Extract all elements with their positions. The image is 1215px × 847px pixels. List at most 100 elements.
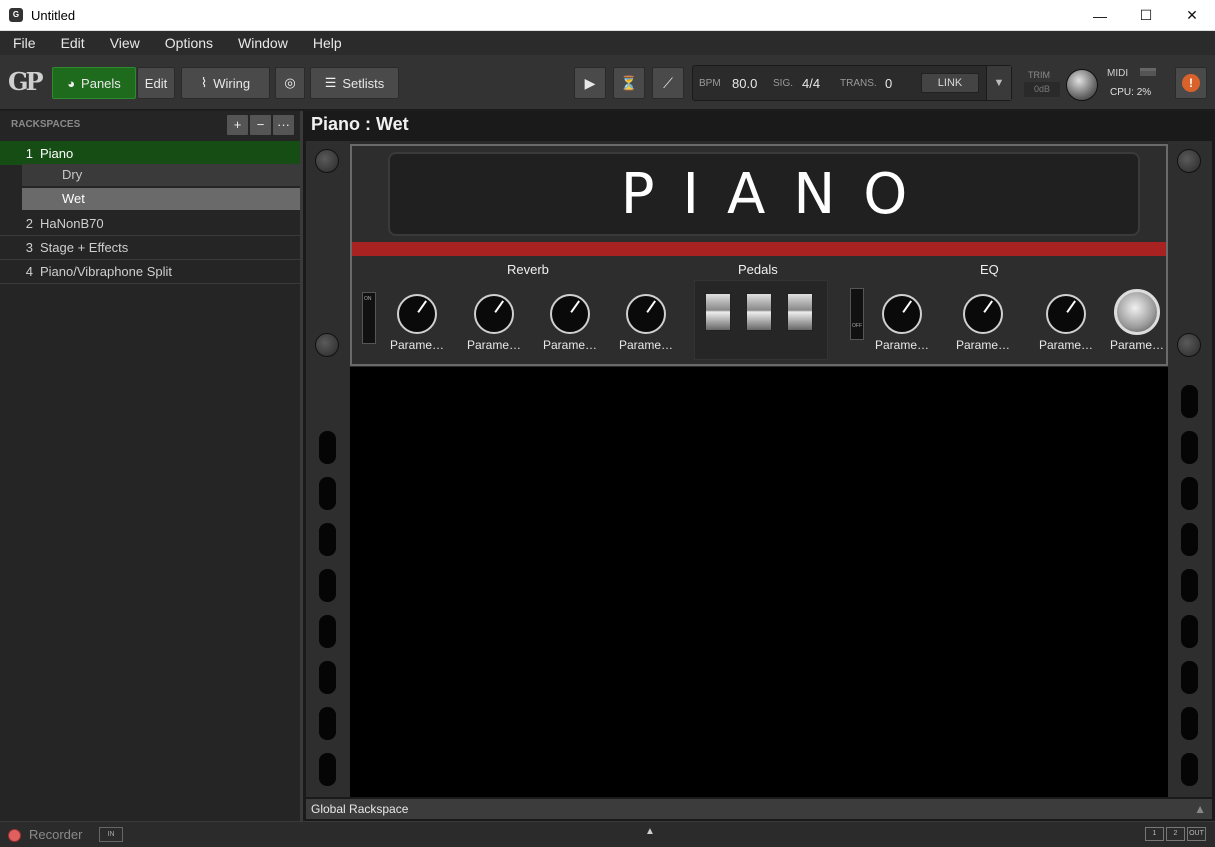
global-rackspace-bar[interactable]: Global Rackspace ▲ xyxy=(306,799,1212,819)
rackspace-item-stage-effects[interactable]: 3 Stage + Effects xyxy=(0,236,300,260)
rail-slot xyxy=(319,523,336,556)
reverb-knob-1[interactable] xyxy=(397,294,437,334)
cpu-readout: CPU: 2% xyxy=(1110,87,1151,98)
pedal-fader-2[interactable] xyxy=(746,293,772,331)
alert-icon: ! xyxy=(1182,74,1200,92)
play-button[interactable]: ▶ xyxy=(574,67,606,99)
section-label-reverb: Reverb xyxy=(507,262,549,277)
tuner-button[interactable]: ⟋ xyxy=(652,67,684,99)
close-button[interactable]: ✕ xyxy=(1169,0,1215,31)
maximize-button[interactable]: ☐ xyxy=(1123,0,1169,31)
title-bar: G Untitled — ☐ ✕ xyxy=(0,0,1215,31)
rail-slot xyxy=(1181,431,1198,464)
panel-name: PIANO xyxy=(620,161,936,227)
knob-label: Parame… xyxy=(466,338,522,352)
menu-help[interactable]: Help xyxy=(300,35,354,51)
rackspace-number: 3 xyxy=(25,240,33,255)
rackspace-item-hanonb70[interactable]: 2 HaNonB70 xyxy=(0,212,300,236)
main-area: Piano : Wet PIANO Reverb Pedals EQ ON Pa… xyxy=(303,111,1215,821)
global-rackspace-label: Global Rackspace xyxy=(311,802,409,816)
metronome-icon: ⏳ xyxy=(620,74,638,91)
knob-label: Parame… xyxy=(389,338,445,352)
rackspace-number: 1 xyxy=(25,145,33,161)
piano-rack-panel: PIANO Reverb Pedals EQ ON Parame… Parame… xyxy=(350,144,1168,366)
window-title: Untitled xyxy=(31,7,76,23)
tuner-icon: ⟋ xyxy=(663,74,673,91)
pedal-fader-1[interactable] xyxy=(705,293,731,331)
rail-slot xyxy=(319,477,336,510)
edit-label: Edit xyxy=(144,75,168,91)
menu-window[interactable]: Window xyxy=(225,35,300,51)
rail-slot xyxy=(319,569,336,602)
eq-knob-3[interactable] xyxy=(1046,294,1086,334)
wiring-button[interactable]: ⌇ Wiring xyxy=(181,67,270,99)
section-label-pedals: Pedals xyxy=(738,262,778,277)
rail-slot xyxy=(319,431,336,464)
left-rack-rail xyxy=(306,141,350,797)
expand-up-icon[interactable]: ▲ xyxy=(645,826,655,837)
remove-rackspace-button[interactable]: − xyxy=(250,115,271,135)
chevron-down-icon: ▼ xyxy=(993,77,1005,89)
trim-value: 0dB xyxy=(1024,82,1060,97)
status-bar: Recorder IN ▲ 1 2 OUT xyxy=(0,821,1215,847)
link-button[interactable]: LINK xyxy=(921,73,979,93)
rail-slot xyxy=(1181,523,1198,556)
record-icon[interactable] xyxy=(8,829,21,842)
eq-knob-1[interactable] xyxy=(882,294,922,334)
eq-off-switch[interactable]: OFF xyxy=(850,288,864,340)
app-icon: G xyxy=(9,8,23,22)
globe-button[interactable]: ◎ xyxy=(275,67,305,99)
reverb-knob-2[interactable] xyxy=(474,294,514,334)
menu-edit[interactable]: Edit xyxy=(48,35,97,51)
minimize-button[interactable]: — xyxy=(1077,0,1123,31)
rackspace-name: Stage + Effects xyxy=(40,240,129,255)
rackspace-item-piano-vibraphone[interactable]: 4 Piano/Vibraphone Split xyxy=(0,260,300,284)
sig-label: SIG. xyxy=(773,78,794,89)
bpm-value[interactable]: 80.0 xyxy=(732,76,757,91)
menu-view[interactable]: View xyxy=(97,35,152,51)
setlists-button[interactable]: ☰ Setlists xyxy=(310,67,399,99)
rail-slot xyxy=(319,753,336,786)
panels-label: Panels xyxy=(81,75,121,91)
sig-value[interactable]: 4/4 xyxy=(802,76,820,91)
reverb-knob-4[interactable] xyxy=(626,294,666,334)
rackspace-item-piano[interactable]: 1 Piano xyxy=(0,141,300,165)
toolbar: GP ◕ Panels Edit ⌇ Wiring ◎ ☰ Setlists ▶… xyxy=(0,55,1215,110)
reverb-on-switch[interactable]: ON xyxy=(362,292,376,344)
more-options-button[interactable]: ··· xyxy=(273,115,294,135)
output-2-button[interactable]: 2 xyxy=(1166,827,1185,841)
rail-slot xyxy=(1181,661,1198,694)
rail-slot xyxy=(319,661,336,694)
recorder-in-button[interactable]: IN xyxy=(99,827,123,842)
panels-button[interactable]: ◕ Panels xyxy=(52,67,136,99)
recorder-label[interactable]: Recorder xyxy=(29,827,82,842)
output-1-button[interactable]: 1 xyxy=(1145,827,1164,841)
variation-item-dry[interactable]: Dry xyxy=(22,164,300,186)
rackspace-name: Piano/Vibraphone Split xyxy=(40,264,173,279)
tempo-dropdown[interactable]: ▼ xyxy=(986,66,1011,100)
pedal-fader-3[interactable] xyxy=(787,293,813,331)
rail-slot xyxy=(1181,569,1198,602)
variation-item-wet[interactable]: Wet xyxy=(22,188,300,210)
knob-label: Parame… xyxy=(955,338,1011,352)
switch-off-label: OFF xyxy=(852,323,862,329)
trans-value[interactable]: 0 xyxy=(885,76,892,91)
trim-knob[interactable] xyxy=(1066,69,1098,101)
metronome-button[interactable]: ⏳ xyxy=(613,67,645,99)
rackspace-number: 2 xyxy=(25,216,33,231)
pedals-group xyxy=(694,280,828,360)
page-title: Piano : Wet xyxy=(311,114,409,134)
reverb-knob-3[interactable] xyxy=(550,294,590,334)
add-rackspace-button[interactable]: + xyxy=(227,115,248,135)
volume-knob[interactable] xyxy=(1114,289,1160,335)
edit-button[interactable]: Edit xyxy=(137,67,175,99)
menu-options[interactable]: Options xyxy=(152,35,225,51)
rail-slot xyxy=(1181,707,1198,740)
alert-button[interactable]: ! xyxy=(1175,67,1207,99)
output-out-button[interactable]: OUT xyxy=(1187,827,1206,841)
eq-knob-2[interactable] xyxy=(963,294,1003,334)
expand-up-icon[interactable]: ▲ xyxy=(1194,799,1206,819)
screw-icon xyxy=(1177,149,1201,173)
rackspaces-sidebar: RACKSPACES + − ··· 1 Piano Dry Wet 2 HaN… xyxy=(0,111,303,821)
menu-file[interactable]: File xyxy=(0,35,48,51)
